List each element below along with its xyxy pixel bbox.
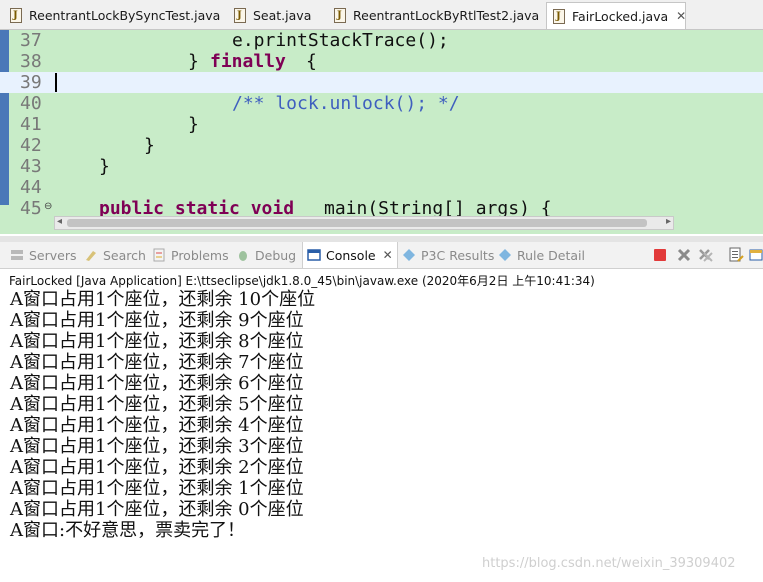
view-tab-label: Search bbox=[103, 247, 146, 263]
console-line: A窗口占用1个座位，还剩余 2个座位 bbox=[10, 457, 304, 478]
editor-tab-bar: ReentrantLockBySyncTest.java Seat.java R… bbox=[0, 0, 763, 30]
code-line: 42 } bbox=[0, 135, 763, 156]
tab-search[interactable]: Search bbox=[84, 242, 146, 268]
line-number: 43 bbox=[20, 156, 42, 177]
view-tab-label: Debug bbox=[255, 247, 297, 263]
editor-tab-seat[interactable]: Seat.java bbox=[228, 3, 324, 28]
code-line: 43 } bbox=[0, 156, 763, 177]
servers-icon bbox=[11, 250, 23, 260]
line-number: 37 bbox=[20, 30, 42, 51]
console-line: A窗口占用1个座位，还剩余 7个座位 bbox=[10, 352, 304, 373]
remove-launch-icon[interactable] bbox=[676, 247, 692, 263]
console-line: A窗口:不好意思，票卖完了！ bbox=[10, 520, 246, 541]
console-process-title: FairLocked [Java Application] E:\ttsecli… bbox=[9, 274, 595, 288]
code-text: } bbox=[144, 135, 155, 156]
tab-console[interactable]: Console ✕ bbox=[302, 242, 398, 268]
console-line: A窗口占用1个座位，还剩余 9个座位 bbox=[10, 310, 304, 331]
editor-tab-fairlocked[interactable]: FairLocked.java ✕ bbox=[546, 2, 686, 29]
code-text: } bbox=[99, 156, 110, 177]
view-tab-label: Servers bbox=[29, 247, 77, 263]
console-line: A窗口占用1个座位，还剩余 6个座位 bbox=[10, 373, 304, 394]
editor-tab-label: ReentrantLockByRtlTest2.java bbox=[353, 8, 540, 23]
tab-servers[interactable]: Servers bbox=[10, 242, 77, 268]
problems-icon bbox=[153, 248, 165, 262]
watermark: https://blog.csdn.net/weixin_39309402 bbox=[482, 556, 736, 571]
view-tab-label: Problems bbox=[171, 247, 229, 263]
search-icon bbox=[86, 251, 96, 261]
code-line: 37 e.printStackTrace(); bbox=[0, 30, 763, 51]
view-tab-label: P3C Results bbox=[421, 247, 495, 263]
console-line: A窗口占用1个座位，还剩余 3个座位 bbox=[10, 436, 304, 457]
tab-problems[interactable]: Problems bbox=[152, 242, 229, 268]
line-number: 42 bbox=[20, 135, 42, 156]
tab-rule-detail[interactable]: Rule Detail bbox=[498, 242, 585, 268]
scrollbar-thumb[interactable] bbox=[67, 219, 647, 227]
console-output[interactable]: A窗口占用1个座位，还剩余 10个座位 A窗口占用1个座位，还剩余 9个座位 A… bbox=[0, 289, 763, 582]
editor-tab-label: ReentrantLockBySyncTest.java bbox=[29, 8, 221, 23]
close-icon[interactable]: ✕ bbox=[676, 9, 686, 23]
scroll-left-icon[interactable]: ◂ bbox=[57, 216, 62, 227]
fold-collapse-icon[interactable]: ⊖ bbox=[44, 202, 52, 212]
code-line: 38 } finally { bbox=[0, 51, 763, 72]
pin-icon[interactable] bbox=[728, 247, 744, 263]
code-comment: /** lock.unlock(); */ bbox=[232, 93, 460, 114]
view-tab-label: Console bbox=[326, 247, 376, 263]
console-line: A窗口占用1个座位，还剩余 4个座位 bbox=[10, 415, 304, 436]
rule-detail-icon bbox=[499, 249, 511, 261]
line-number: 38 bbox=[20, 51, 42, 72]
java-file-icon bbox=[234, 8, 246, 23]
editor-tab-label: Seat.java bbox=[253, 8, 312, 23]
editor-tab-label: FairLocked.java bbox=[572, 8, 669, 24]
p3c-icon bbox=[403, 249, 415, 261]
java-file-icon bbox=[10, 8, 22, 23]
remove-all-icon[interactable] bbox=[698, 247, 714, 263]
editor-tab-reentrantlockbyrtltest2[interactable]: ReentrantLockByRtlTest2.java bbox=[328, 3, 542, 28]
editor-tab-reentrantlockbysynctest[interactable]: ReentrantLockBySyncTest.java bbox=[4, 3, 222, 28]
console-line: A窗口占用1个座位，还剩余 5个座位 bbox=[10, 394, 304, 415]
horizontal-scrollbar[interactable]: ◂ ▸ bbox=[54, 216, 674, 230]
keyword-finally: finally bbox=[210, 51, 286, 72]
terminate-icon[interactable] bbox=[652, 247, 668, 263]
text-caret bbox=[55, 73, 57, 92]
console-icon bbox=[307, 249, 321, 261]
line-number: 39 bbox=[20, 72, 42, 93]
scroll-right-icon[interactable]: ▸ bbox=[666, 216, 671, 227]
java-file-icon bbox=[553, 8, 565, 24]
current-line: 39 bbox=[0, 72, 763, 93]
console-line: A窗口占用1个座位，还剩余 8个座位 bbox=[10, 331, 304, 352]
tab-p3c-results[interactable]: P3C Results bbox=[402, 242, 494, 268]
display-console-icon[interactable] bbox=[748, 247, 763, 263]
tab-debug[interactable]: Debug bbox=[236, 242, 296, 268]
line-number: 40 bbox=[20, 93, 42, 114]
views-tab-bar: Servers Search Problems Debug Console ✕ … bbox=[0, 242, 763, 269]
code-text: e.printStackTrace(); bbox=[232, 30, 449, 51]
line-number: 44 bbox=[20, 177, 42, 198]
java-file-icon bbox=[334, 8, 346, 23]
code-line: 44 bbox=[0, 177, 763, 198]
close-icon[interactable]: ✕ bbox=[383, 248, 393, 262]
code-line: 40 /** lock.unlock(); */ bbox=[0, 93, 763, 114]
view-tab-label: Rule Detail bbox=[517, 247, 586, 263]
console-line: A窗口占用1个座位，还剩余 1个座位 bbox=[10, 478, 304, 499]
code-editor[interactable]: 37 e.printStackTrace(); 38 } finally { 3… bbox=[0, 30, 763, 234]
code-text: } bbox=[188, 51, 199, 72]
line-number: 41 bbox=[20, 114, 42, 135]
debug-icon bbox=[239, 251, 247, 261]
code-text: { bbox=[306, 51, 317, 72]
code-text: } bbox=[188, 114, 199, 135]
console-line: A窗口占用1个座位，还剩余 0个座位 bbox=[10, 499, 304, 520]
console-line: A窗口占用1个座位，还剩余 10个座位 bbox=[10, 289, 316, 310]
code-line: 41 } bbox=[0, 114, 763, 135]
